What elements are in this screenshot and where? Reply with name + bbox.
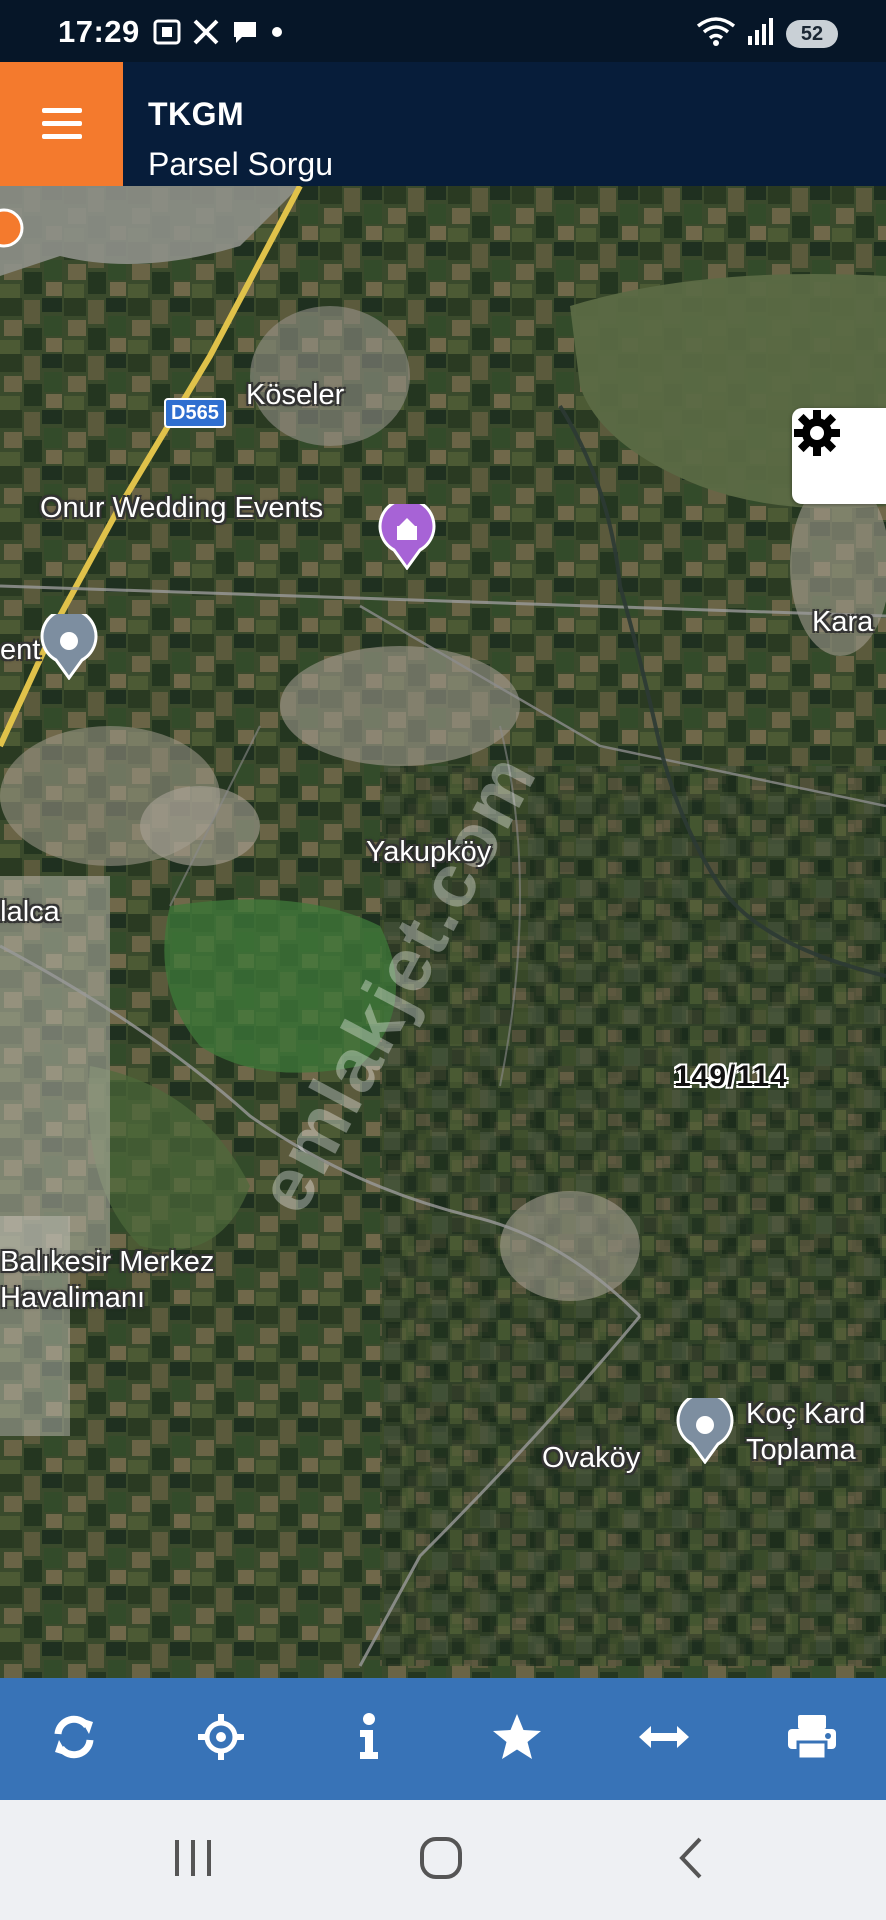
home-button[interactable]	[406, 1830, 476, 1890]
label-alca: alalca	[0, 896, 60, 928]
label-balikesir-1: Balıkesir Merkez	[0, 1246, 215, 1278]
print-icon	[786, 1712, 838, 1767]
notification-icons	[152, 18, 284, 51]
status-bar: 17:29 52	[0, 0, 886, 62]
label-koc-1: Koç Kard	[746, 1398, 866, 1430]
bottom-toolbar	[0, 1678, 886, 1800]
label-ovakoy: Ovaköy	[542, 1442, 641, 1474]
back-button[interactable]	[656, 1830, 726, 1890]
locate-icon	[196, 1712, 246, 1767]
menu-button[interactable]	[0, 62, 123, 186]
back-icon	[676, 1836, 706, 1885]
x-icon	[192, 18, 220, 51]
measure-button[interactable]	[624, 1699, 704, 1779]
app-header: TKGM Parsel Sorgu	[0, 62, 886, 186]
parcel-label[interactable]: 149/114	[674, 1060, 788, 1094]
recents-button[interactable]	[158, 1830, 228, 1890]
label-onur-wedding: Onur Wedding Events	[40, 492, 324, 524]
refresh-button[interactable]	[34, 1699, 114, 1779]
wifi-icon	[696, 16, 736, 51]
signal-icon	[746, 16, 776, 51]
info-icon	[354, 1712, 384, 1767]
refresh-icon	[49, 1712, 99, 1767]
status-time: 17:29	[58, 14, 140, 49]
measure-icon	[637, 1722, 691, 1757]
app-title: TKGM	[148, 96, 245, 132]
hamburger-menu-icon	[41, 108, 82, 140]
road-shield: D565	[164, 398, 226, 428]
dot-icon	[270, 18, 284, 51]
screenshot-icon	[152, 18, 182, 51]
label-yakupkoy: Yakupköy	[366, 836, 492, 868]
home-icon	[418, 1835, 464, 1886]
recents-icon	[171, 1838, 215, 1883]
chat-icon	[230, 18, 260, 51]
battery-indicator: 52	[786, 19, 838, 48]
app-subtitle: Parsel Sorgu	[148, 146, 333, 182]
label-ent: ent	[0, 634, 41, 666]
satellite-map[interactable]: emlakjet.com D565 Köseler Onur Wedding E…	[0, 186, 886, 1678]
print-button[interactable]	[772, 1699, 852, 1779]
info-button[interactable]	[329, 1699, 409, 1779]
label-koc-2: Toplama	[746, 1434, 856, 1466]
locate-button[interactable]	[181, 1699, 261, 1779]
settings-button[interactable]	[792, 408, 886, 504]
favorite-button[interactable]	[477, 1699, 557, 1779]
system-nav-bar	[0, 1800, 886, 1920]
label-balikesir-2: Havalimanı	[0, 1282, 146, 1314]
label-koseler: Köseler	[246, 379, 345, 411]
label-kara: Kara	[812, 606, 874, 638]
favorite-star-icon	[491, 1712, 543, 1767]
